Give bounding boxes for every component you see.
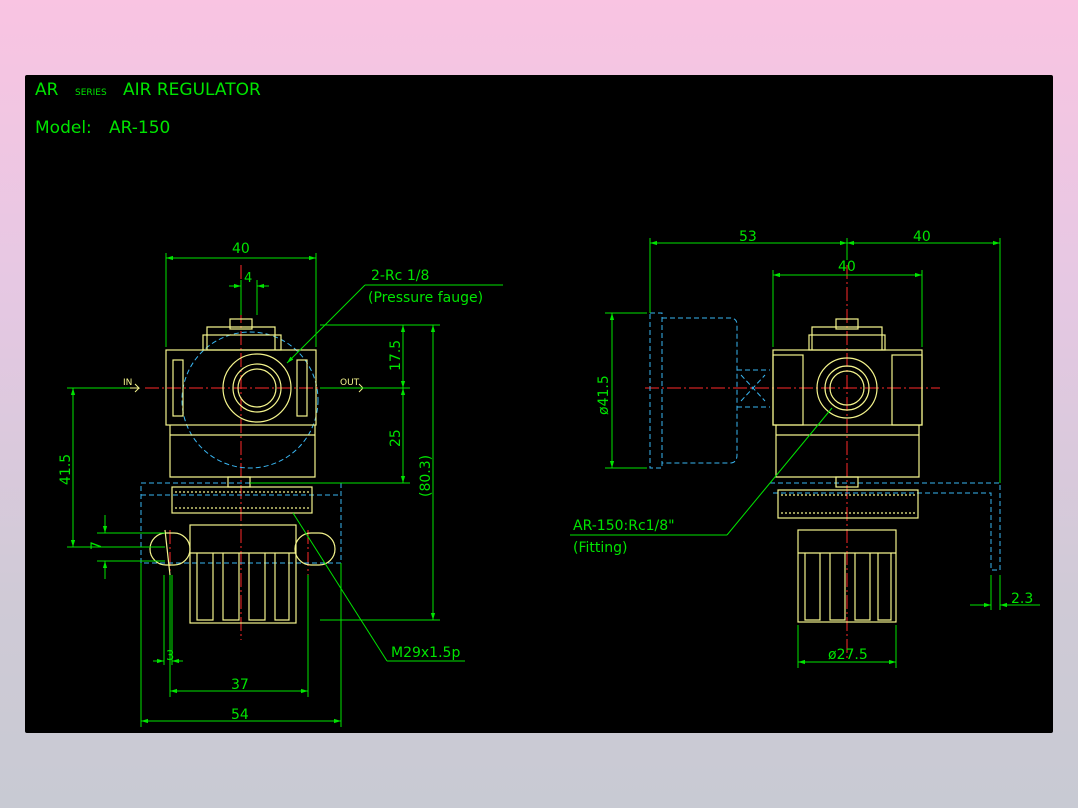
fitting-note: (Fitting) [573,540,627,556]
series-prefix: AR [35,80,59,100]
model-label: Model: [35,118,92,138]
side-dimension-text: 53 40 40 ø41.5 AR-150:Rc1/8" (Fitting) 2… [573,229,1033,663]
thread-label: M29x1.5p [391,645,460,661]
front-centerlines [145,265,355,640]
model-value: AR-150 [109,118,170,138]
out-label: OUT [340,378,360,388]
dim-side-body-width: 40 [838,259,856,275]
dim-gauge-offset: 53 [739,229,757,245]
gauge-port-note: (Pressure fauge) [368,290,483,306]
front-view: 2-Rc 1/8 (Pressure fauge) IN OUT 40 4 17… [58,241,503,727]
front-dimension-text: 40 4 17.5 25 (80.3) 41.5 7 3 37 54 M29x1… [58,241,460,723]
in-label: IN [123,378,132,388]
dim-right-offset: 40 [913,229,931,245]
side-view: 53 40 40 ø41.5 AR-150:Rc1/8" (Fitting) 2… [570,229,1040,668]
gauge-port-label: 2-Rc 1/8 [371,268,429,284]
dim-mount-height: 41.5 [58,454,74,485]
dim-knob-dia: ø27.5 [828,647,868,663]
dim-bolt-pitch: 37 [231,677,249,693]
title-block: AR SERIES AIR REGULATOR Model: AR-150 [35,80,261,138]
dim-lower-height: 25 [388,429,404,447]
dim-small-width: 3 [166,649,174,664]
dim-bracket-thickness: 2.3 [1011,591,1033,607]
dim-total-height: (80.3) [418,455,434,497]
cad-drawing: AR SERIES AIR REGULATOR Model: AR-150 2-… [35,80,1040,727]
series-word: SERIES [75,88,107,98]
dim-bracket-width: 54 [231,707,249,723]
drawing-sheet: AR SERIES AIR REGULATOR Model: AR-150 2-… [25,75,1053,733]
dim-upper-height: 17.5 [388,340,404,371]
front-outline [149,318,336,624]
series-name: AIR REGULATOR [123,80,261,100]
fitting-label: AR-150:Rc1/8" [573,518,675,534]
dim-port-width: 4 [244,271,252,286]
dim-body-width: 40 [232,241,250,257]
dim-gauge-dia: ø41.5 [596,375,612,415]
side-hidden-lines [649,312,1001,571]
gauge-port-callout: 2-Rc 1/8 (Pressure fauge) [368,268,483,306]
dim-small-height: 7 [89,541,105,550]
